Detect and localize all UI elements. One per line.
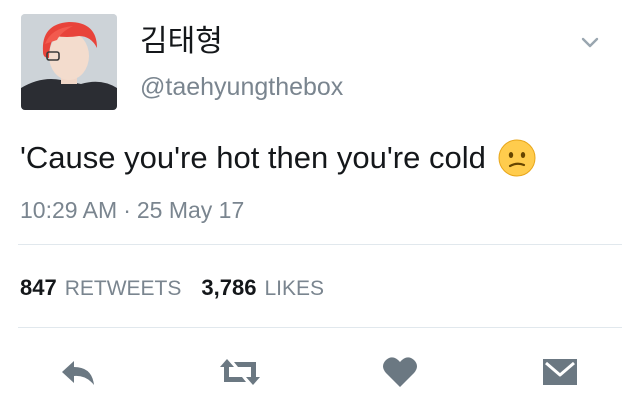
chevron-down-icon[interactable] (578, 30, 602, 54)
retweet-icon (220, 359, 260, 385)
reply-icon (62, 361, 94, 385)
avatar[interactable] (21, 14, 117, 110)
avatar-image (21, 14, 117, 110)
tweet-card: 김태형 @taehyungthebox 'Cause you're hot th… (0, 0, 640, 409)
divider (18, 244, 622, 245)
tweet-text: 'Cause you're hot then you're cold (20, 140, 486, 175)
retweet-button[interactable] (218, 352, 262, 392)
reply-button[interactable] (56, 352, 100, 392)
likes-label[interactable]: LIKES (264, 275, 324, 303)
tweet-timestamp[interactable]: 10:29 AM · 25 May 17 (20, 196, 244, 224)
direct-message-button[interactable] (538, 352, 582, 392)
retweets-label[interactable]: RETWEETS (65, 275, 182, 303)
divider (18, 327, 622, 328)
tweet-body: 'Cause you're hot then you're cold (20, 138, 536, 178)
likes-count[interactable]: 3,786 (201, 274, 256, 302)
meta-separator: · (123, 197, 131, 223)
like-button[interactable] (378, 352, 422, 392)
tweet-time: 10:29 AM (20, 197, 118, 223)
direct-message-icon (543, 359, 577, 385)
display-name[interactable]: 김태형 (140, 24, 223, 60)
confused-face-icon (498, 139, 536, 177)
user-handle[interactable]: @taehyungthebox (140, 72, 343, 102)
tweet-date: 25 May 17 (136, 197, 245, 223)
heart-icon (383, 357, 417, 387)
tweet-stats: 847 RETWEETS 3,786 LIKES (20, 274, 324, 303)
retweets-count[interactable]: 847 (20, 274, 57, 302)
